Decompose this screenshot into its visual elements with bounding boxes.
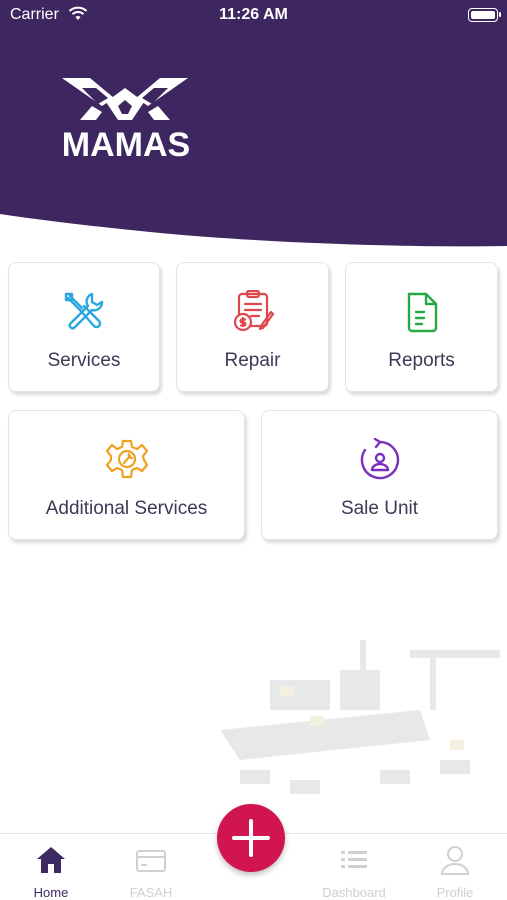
- tab-label: Home: [33, 885, 69, 900]
- add-button[interactable]: [217, 804, 285, 872]
- battery-icon: [468, 8, 501, 22]
- header: Carrier 11:26 AM MAMAS: [0, 0, 507, 250]
- port-illustration: [220, 640, 500, 794]
- repair-invoice-icon: [233, 290, 274, 332]
- tab-label: FASAH: [129, 885, 173, 900]
- status-bar: Carrier 11:26 AM: [0, 0, 507, 30]
- tile-label: Additional Services: [45, 498, 208, 519]
- sale-person-icon: [360, 438, 399, 480]
- gear-wrench-icon: [105, 439, 148, 479]
- home-icon: [37, 847, 65, 873]
- tile-label: Repair: [224, 350, 281, 371]
- tile-label: Sale Unit: [340, 498, 419, 519]
- logo-mark-icon: [62, 78, 188, 120]
- person-icon: [440, 846, 470, 875]
- document-icon: [407, 292, 437, 333]
- tile-additional-services[interactable]: Additional Services: [8, 410, 245, 540]
- tile-reports[interactable]: Reports: [345, 262, 498, 392]
- tab-label: Profile: [436, 885, 474, 900]
- tab-label: Dashboard: [322, 885, 386, 900]
- list-icon: [341, 851, 367, 868]
- tab-fasah[interactable]: FASAH: [101, 834, 201, 900]
- tile-services[interactable]: Services: [8, 262, 160, 392]
- brand-logo: MAMAS: [40, 76, 212, 164]
- brand-name: MAMAS: [61, 126, 191, 164]
- status-time: 11:26 AM: [219, 6, 288, 23]
- tile-label: Services: [47, 350, 121, 371]
- tile-repair[interactable]: Repair: [176, 262, 329, 392]
- card-icon: [136, 850, 166, 872]
- tools-icon: [64, 292, 104, 330]
- tile-label: Reports: [388, 350, 455, 371]
- tab-dashboard[interactable]: Dashboard: [304, 834, 404, 900]
- tab-profile[interactable]: Profile: [405, 834, 505, 900]
- tile-sale-unit[interactable]: Sale Unit: [261, 410, 498, 540]
- tab-home[interactable]: Home: [1, 834, 101, 900]
- plus-icon: [232, 819, 270, 857]
